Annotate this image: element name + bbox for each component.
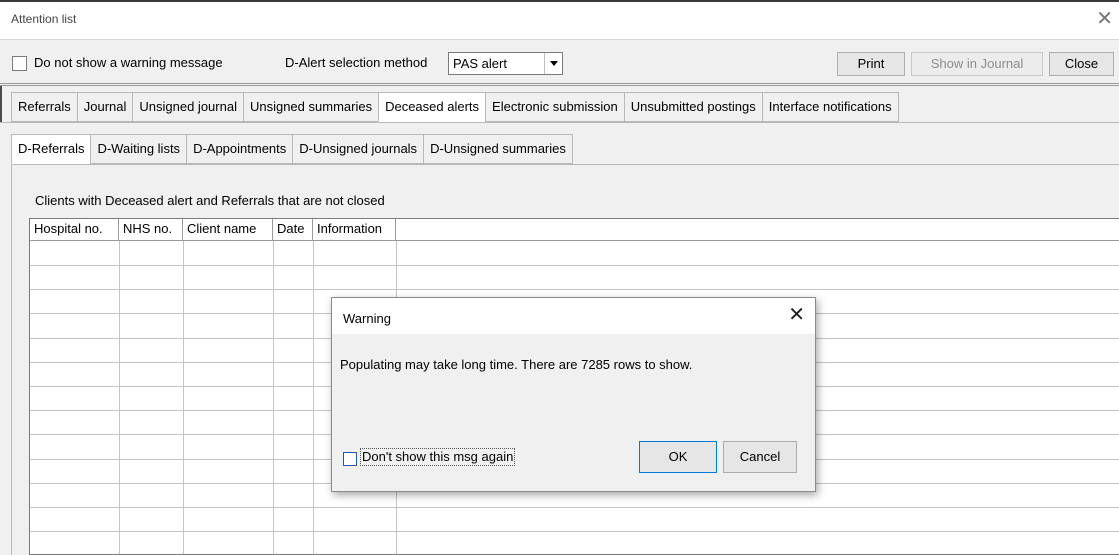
table-row-line [30,531,1119,532]
dont-show-again-label[interactable]: Don't show this msg again [360,448,516,466]
main-tabs: Referrals Journal Unsigned journal Unsig… [11,92,899,122]
dont-show-again-checkbox[interactable] [343,451,357,466]
window-title: Attention list [11,12,77,26]
column-header-hospital-no[interactable]: Hospital no. [30,219,119,241]
subtab-d-unsigned-summaries[interactable]: D-Unsigned summaries [423,134,573,164]
sub-tabs-baseline [11,164,1119,165]
subtab-d-unsigned-journals[interactable]: D-Unsigned journals [292,134,424,164]
tab-referrals[interactable]: Referrals [11,92,77,122]
no-warning-checkbox[interactable] [12,56,27,71]
grid-caption: Clients with Deceased alert and Referral… [35,193,385,208]
table-row-line [30,289,1119,290]
tab-unsigned-summaries[interactable]: Unsigned summaries [242,92,379,122]
dont-show-again-checkbox-wrap [343,450,357,466]
chevron-down-icon[interactable] [544,53,562,74]
ok-button[interactable]: OK [639,441,717,473]
window-titlebar: Attention list ✕ [0,0,1119,40]
table-row-line [30,265,1119,266]
dialog-message: Populating may take long time. There are… [340,357,693,372]
column-header-client-name[interactable]: Client name [183,219,273,241]
toolbar: Do not show a warning message D-Alert se… [0,40,1119,86]
dialog-title: Warning [343,311,391,326]
show-in-journal-button[interactable]: Show in Journal [911,52,1043,76]
table-row-line [30,507,1119,508]
tab-electronic-submission[interactable]: Electronic submission [485,92,624,122]
print-button[interactable]: Print [837,52,905,76]
subtab-d-referrals[interactable]: D-Referrals [11,134,91,164]
sub-tabs-left-border [11,164,12,555]
tab-unsubmitted-postings[interactable]: Unsubmitted postings [623,92,762,122]
column-header-information[interactable]: Information [313,219,396,241]
selection-method-value: PAS alert [453,56,507,71]
no-warning-label: Do not show a warning message [34,55,223,70]
tab-interface-notifications[interactable]: Interface notifications [761,92,899,122]
tab-deceased-alerts[interactable]: Deceased alerts [378,92,486,122]
column-header-nhs-no[interactable]: NHS no. [119,219,183,241]
subtab-d-appointments[interactable]: D-Appointments [186,134,293,164]
cancel-button[interactable]: Cancel [723,441,797,473]
selection-method-select[interactable]: PAS alert [448,52,563,75]
sub-tabs: D-Referrals D-Waiting lists D-Appointmen… [11,134,573,164]
table-header: Hospital no. NHS no. Client name Date In… [30,219,396,241]
warning-dialog: Warning ✕ Populating may take long time.… [331,297,816,492]
top-edge [0,0,1119,2]
tab-journal[interactable]: Journal [76,92,133,122]
dialog-titlebar: Warning ✕ [332,298,815,334]
tab-unsigned-journal[interactable]: Unsigned journal [132,92,243,122]
dialog-close-icon[interactable]: ✕ [788,304,805,324]
close-button[interactable]: Close [1049,52,1114,76]
selection-method-label: D-Alert selection method [285,55,428,70]
header-bottom-line [396,240,1119,241]
subtab-d-waiting-lists[interactable]: D-Waiting lists [90,134,187,164]
column-header-date[interactable]: Date [273,219,313,241]
window-close-icon[interactable]: ✕ [1096,8,1113,28]
main-tabs-baseline [0,122,1119,123]
